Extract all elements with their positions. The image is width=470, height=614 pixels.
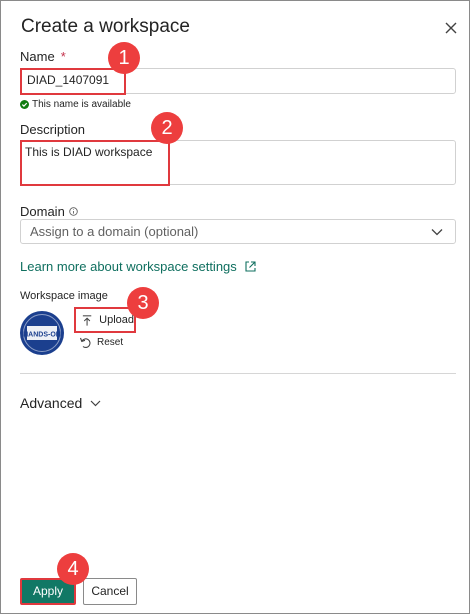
check-circle-icon <box>20 100 29 109</box>
info-icon[interactable] <box>69 207 78 216</box>
section-divider <box>20 373 456 374</box>
create-workspace-dialog: Create a workspace Name * DIAD_1407091 Th… <box>0 0 470 614</box>
description-label: Description <box>20 122 86 137</box>
logo-text: HANDS-ON <box>23 332 61 339</box>
name-availability: This name is available <box>20 99 131 110</box>
close-icon[interactable] <box>442 19 460 37</box>
reset-button[interactable]: Reset <box>79 336 123 349</box>
name-input-value: DIAD_1407091 <box>27 73 110 87</box>
domain-placeholder: Assign to a domain (optional) <box>30 224 199 239</box>
chevron-down-icon <box>431 229 443 236</box>
reset-label: Reset <box>97 337 124 348</box>
dialog-title: Create a workspace <box>21 16 190 37</box>
workspace-image-logo: HANDS-ON <box>20 311 64 355</box>
workspace-image-label: Workspace image <box>20 290 108 302</box>
domain-label: Domain <box>20 204 78 219</box>
upload-icon <box>82 314 92 326</box>
name-label: Name * <box>20 49 66 64</box>
advanced-toggle[interactable]: Advanced <box>20 395 101 411</box>
upload-label: Upload <box>99 314 134 326</box>
chevron-down-icon <box>90 400 101 406</box>
cancel-button[interactable]: Cancel <box>83 578 137 605</box>
domain-select[interactable]: Assign to a domain (optional) <box>20 219 456 244</box>
reset-icon <box>79 337 91 349</box>
learn-more-link[interactable]: Learn more about workspace settings <box>20 259 257 274</box>
name-input[interactable]: DIAD_1407091 <box>20 68 126 95</box>
required-marker: * <box>60 49 66 64</box>
cancel-label: Cancel <box>91 584 129 598</box>
callout-1: 1 <box>108 42 140 74</box>
domain-label-text: Domain <box>20 204 65 219</box>
availability-text: This name is available <box>32 99 131 110</box>
advanced-label: Advanced <box>20 395 83 411</box>
callout-2: 2 <box>151 112 183 144</box>
apply-label: Apply <box>32 584 64 598</box>
callout-4: 4 <box>57 553 89 585</box>
description-input[interactable]: This is DIAD workspace <box>20 140 170 186</box>
upload-button[interactable]: Upload <box>74 307 136 333</box>
learn-more-text: Learn more about workspace settings <box>20 259 237 274</box>
name-label-text: Name <box>20 49 55 64</box>
external-link-icon <box>245 261 256 272</box>
description-input-value: This is DIAD workspace <box>25 145 153 159</box>
callout-3: 3 <box>127 287 159 319</box>
